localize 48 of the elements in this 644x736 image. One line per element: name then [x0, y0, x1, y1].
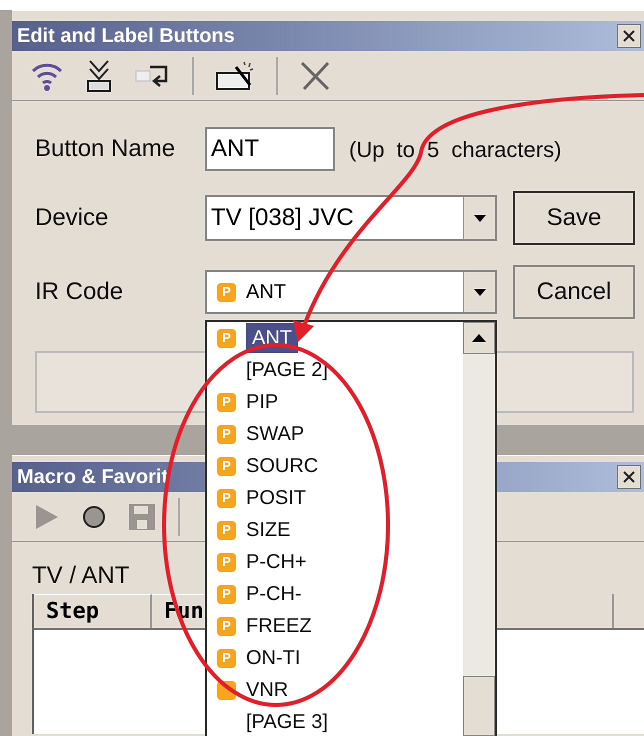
path-label: TV / ANT [32, 564, 130, 588]
close-button[interactable] [617, 24, 641, 48]
close-icon [622, 470, 636, 484]
button-name-field[interactable]: ANT [205, 127, 335, 171]
hint-text: (Up to 5 characters) [349, 136, 562, 164]
dropdown-button[interactable] [463, 272, 495, 312]
p-badge: P [217, 520, 236, 540]
close-button[interactable] [617, 465, 641, 489]
field-label: Device [35, 203, 110, 233]
caret-icon [474, 288, 486, 296]
field-label: Button Name [35, 134, 176, 164]
device-combobox[interactable]: TV [038] JVC [205, 195, 497, 241]
caret-icon [474, 214, 486, 222]
p-badge: P [217, 456, 236, 476]
list-item[interactable]: SIZE [246, 515, 290, 545]
list-item[interactable]: PIP [246, 387, 278, 417]
list-item[interactable]: ON-TI [246, 643, 300, 673]
p-badge: P [217, 584, 236, 604]
p-badge: P [217, 282, 236, 302]
ir-code-combobox[interactable]: P ANT [205, 270, 497, 314]
scroll-up-button[interactable] [463, 322, 495, 354]
list-item[interactable]: SWAP [246, 419, 304, 449]
p-badge: P [217, 552, 236, 572]
field-label: IR Code [35, 277, 124, 307]
list-item[interactable]: VNR [246, 675, 288, 705]
p-badge: P [217, 328, 236, 348]
column-header[interactable]: Step [34, 594, 152, 628]
p-badge: P [217, 616, 236, 636]
up-arrow-icon [472, 334, 486, 342]
p-badge: P [217, 392, 236, 412]
p-badge: P [217, 648, 236, 668]
scroll-thumb[interactable] [463, 676, 495, 736]
list-item[interactable]: P-CH- [246, 579, 302, 609]
list-item[interactable]: POSIT [246, 483, 306, 513]
dropdown-button[interactable] [463, 197, 495, 239]
list-item[interactable]: SOURC [246, 451, 318, 481]
play-icon [34, 502, 60, 530]
save-button[interactable]: Save [513, 191, 635, 245]
cancel-button[interactable]: Cancel [513, 265, 635, 319]
window-title: Edit and Label Buttons [17, 26, 235, 46]
save-icon [128, 502, 156, 530]
close-icon [622, 29, 636, 43]
record-icon [82, 504, 106, 528]
list-item[interactable]: P-CH+ [246, 547, 307, 577]
list-item[interactable]: FREEZ [246, 611, 312, 641]
p-badge: P [217, 424, 236, 444]
p-badge: P [217, 488, 236, 508]
list-item[interactable]: [PAGE 3] [246, 707, 328, 736]
